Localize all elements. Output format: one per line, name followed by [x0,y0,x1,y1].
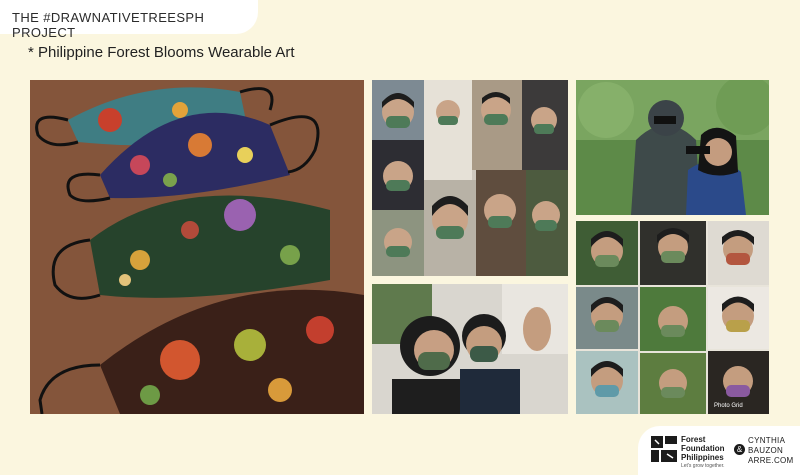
portrait-grid-photo: Photo Grid [576,221,769,414]
photogrid-watermark: Photo Grid [714,403,743,409]
cynthia-bauzon-arre-logo: CYNTHIA BAUZON ARRE.COM [748,436,794,465]
birdwatchers-photo [576,80,769,215]
forest-foundation-logo-icon [651,436,677,462]
sponsor-logo-box: Forest Foundation Philippines Let's grow… [638,426,800,475]
ampersand-icon: & [734,444,745,455]
page-subtitle: * Philippine Forest Blooms Wearable Art [28,44,295,61]
project-title: THE #DRAWNATIVETREESPH PROJECT [12,10,205,40]
couple-selfie-photo [372,284,568,414]
masks-closeup-photo [30,80,364,414]
title-tab: THE #DRAWNATIVETREESPH PROJECT [0,0,258,40]
forest-foundation-name: Forest Foundation Philippines [681,435,725,462]
group-selfies-photo [372,80,568,276]
forest-foundation-tagline: Let's grow together. [681,463,725,469]
